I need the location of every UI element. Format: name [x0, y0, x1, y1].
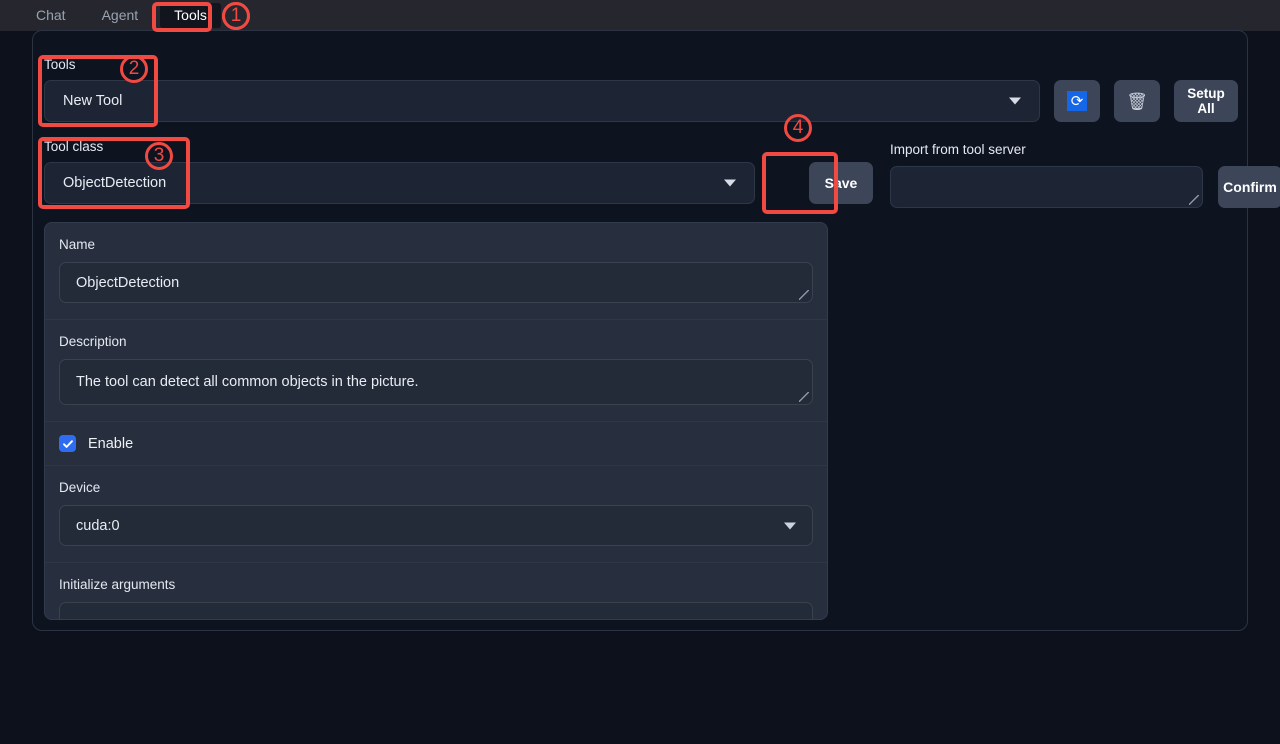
name-section: Name ObjectDetection: [45, 223, 827, 320]
setup-all-button[interactable]: Setup All: [1174, 80, 1238, 122]
device-select[interactable]: cuda:0: [59, 505, 813, 546]
import-from-tool-server-label: Import from tool server: [890, 142, 1026, 157]
name-input[interactable]: ObjectDetection: [59, 262, 813, 303]
device-section: Device cuda:0: [45, 466, 827, 563]
import-from-tool-server-input[interactable]: [890, 166, 1203, 208]
tab-agent[interactable]: Agent: [88, 3, 153, 28]
description-section: Description The tool can detect all comm…: [45, 320, 827, 422]
tool-class-row: Tool class ObjectDetection Save Import f…: [44, 139, 1280, 208]
description-input-value: The tool can detect all common objects i…: [76, 374, 419, 390]
name-input-value: ObjectDetection: [76, 274, 180, 291]
enable-checkbox[interactable]: [59, 435, 76, 452]
confirm-button[interactable]: Confirm: [1218, 166, 1280, 208]
device-label: Device: [59, 480, 101, 495]
tools-select[interactable]: New Tool: [44, 80, 1040, 122]
tab-chat[interactable]: Chat: [22, 3, 80, 28]
enable-label: Enable: [88, 435, 134, 452]
tab-tools[interactable]: Tools: [160, 3, 221, 28]
tool-class-label: Tool class: [44, 139, 104, 154]
resize-grip-icon[interactable]: [799, 392, 809, 402]
tool-class-select[interactable]: ObjectDetection: [44, 162, 755, 204]
app-window: Chat Agent Tools Tools New Tool ⟳ 🗑 Setu…: [0, 0, 1280, 744]
chevron-down-icon: [1009, 97, 1021, 105]
description-input[interactable]: The tool can detect all common objects i…: [59, 359, 813, 405]
name-label: Name: [59, 237, 96, 252]
refresh-button[interactable]: ⟳: [1054, 80, 1100, 122]
resize-grip-icon[interactable]: [799, 290, 809, 300]
refresh-icon: ⟳: [1067, 91, 1087, 111]
tools-select-value: New Tool: [63, 93, 123, 109]
delete-button[interactable]: 🗑: [1114, 80, 1160, 122]
tool-class-select-value: ObjectDetection: [63, 175, 167, 191]
tool-form-panel: Name ObjectDetection Description The too…: [44, 222, 828, 620]
initialize-arguments-input[interactable]: [59, 602, 813, 619]
save-button[interactable]: Save: [809, 162, 873, 204]
tools-selector-row: Tools New Tool ⟳ 🗑 Setup All: [44, 58, 1238, 126]
trash-icon: 🗑: [1126, 91, 1148, 111]
resize-grip-icon[interactable]: [1189, 195, 1199, 205]
tab-bar: Chat Agent Tools: [0, 0, 1280, 31]
device-select-value: cuda:0: [76, 517, 120, 534]
chevron-down-icon: [724, 179, 736, 187]
enable-row[interactable]: Enable: [45, 422, 827, 466]
setup-all-label-line2: All: [1197, 101, 1215, 116]
initialize-arguments-label: Initialize arguments: [59, 577, 176, 592]
chevron-down-icon: [784, 522, 796, 529]
description-label: Description: [59, 334, 127, 349]
tools-label: Tools: [44, 57, 76, 72]
initialize-arguments-section: Initialize arguments: [45, 563, 827, 619]
setup-all-label-line1: Setup: [1187, 86, 1225, 101]
